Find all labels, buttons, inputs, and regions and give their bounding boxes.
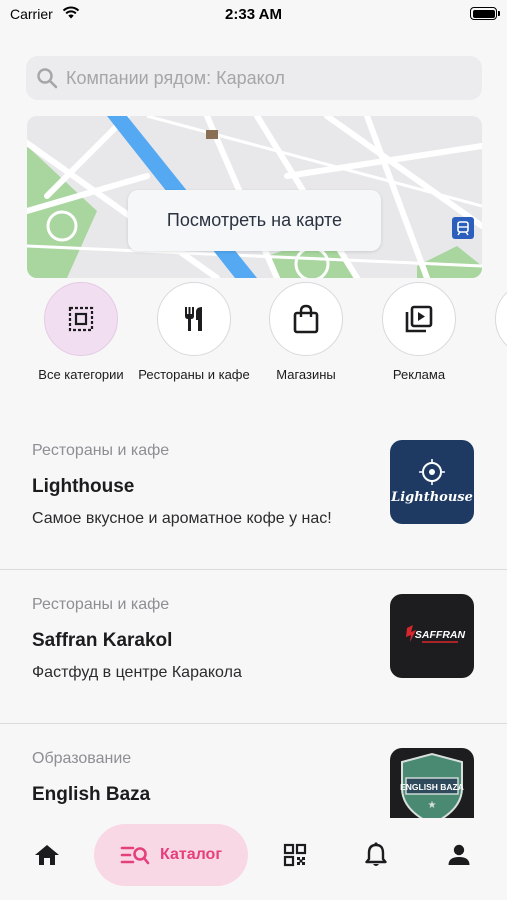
category-restaurants-circle (157, 282, 231, 356)
home-icon (35, 845, 59, 865)
logo-text: Lighthouse (390, 490, 473, 505)
category-education[interactable]: Об (472, 282, 507, 383)
list-item-category: Рестораны и кафе (32, 442, 170, 459)
category-shops-circle (269, 282, 343, 356)
view-on-map-button[interactable]: Посмотреть на карте (128, 190, 381, 251)
status-time: 2:33 AM (225, 6, 282, 23)
tab-notifications[interactable] (351, 824, 401, 886)
category-education-circle (495, 282, 507, 356)
company-logo: Lighthouse (390, 440, 474, 524)
status-bar: Carrier 2:33 AM (0, 0, 507, 30)
category-ads[interactable]: Реклама (359, 282, 479, 383)
profile-icon (448, 844, 470, 865)
list-item[interactable]: Рестораны и кафе Lighthouse Самое вкусно… (0, 416, 507, 570)
svg-text:★: ★ (428, 800, 437, 811)
list-item-title: Saffran Karakol (32, 630, 173, 651)
list-item-title: English Baza (32, 784, 151, 805)
search-bar[interactable] (26, 56, 482, 100)
fork-knife-icon (185, 307, 202, 331)
category-all-circle (44, 282, 118, 356)
list-item-category: Рестораны и кафе (32, 596, 170, 613)
tab-catalog-label: Каталог (160, 846, 222, 863)
list-item-title: Lighthouse (32, 476, 135, 497)
bottom-tab-bar: Каталог (0, 818, 507, 900)
logo-text: SAFFRAN (415, 629, 466, 641)
category-restaurants[interactable]: Рестораны и кафе (134, 282, 254, 383)
list-item[interactable]: Образование English Baza ENGLISH BAZA ★ (0, 724, 507, 818)
company-list: Рестораны и кафе Lighthouse Самое вкусно… (0, 416, 507, 818)
tab-profile[interactable] (434, 824, 484, 886)
catalog-icon (120, 846, 150, 865)
company-logo: SAFFRAN (390, 594, 474, 678)
search-icon (37, 68, 58, 89)
shopping-bag-icon (293, 304, 319, 334)
metro-icon (452, 217, 474, 239)
category-label: Магазины (276, 367, 336, 382)
list-item[interactable]: Рестораны и кафе Saffran Karakol Фастфуд… (0, 570, 507, 724)
list-item-category: Образование (32, 750, 132, 767)
map-preview[interactable]: Посмотреть на карте (27, 116, 482, 278)
list-item-description: Самое вкусное и ароматное кофе у нас! (32, 510, 332, 527)
list-item-description: Фастфуд в центре Каракола (32, 664, 242, 681)
category-label: Реклама (392, 367, 446, 382)
tab-home[interactable] (22, 824, 72, 886)
bell-icon (365, 842, 387, 866)
search-input[interactable] (66, 67, 466, 89)
video-library-icon (405, 305, 433, 333)
qr-code-icon (283, 843, 307, 867)
tab-catalog[interactable]: Каталог (94, 824, 248, 886)
category-ads-circle (382, 282, 456, 356)
category-list: Все категории Рестораны и кафе Магазины (0, 282, 507, 402)
battery-icon (470, 7, 500, 20)
logo-text: ENGLISH BAZA (400, 782, 464, 792)
category-label: Рестораны и кафе (138, 367, 250, 382)
category-shops[interactable]: Магазины (246, 282, 366, 383)
category-all[interactable]: Все категории (21, 282, 141, 383)
category-label: Все категории (38, 367, 124, 382)
company-logo: ENGLISH BAZA ★ (390, 748, 474, 818)
category-label: Об (472, 367, 507, 383)
tab-qr[interactable] (270, 824, 320, 886)
grid-select-icon (68, 306, 94, 332)
